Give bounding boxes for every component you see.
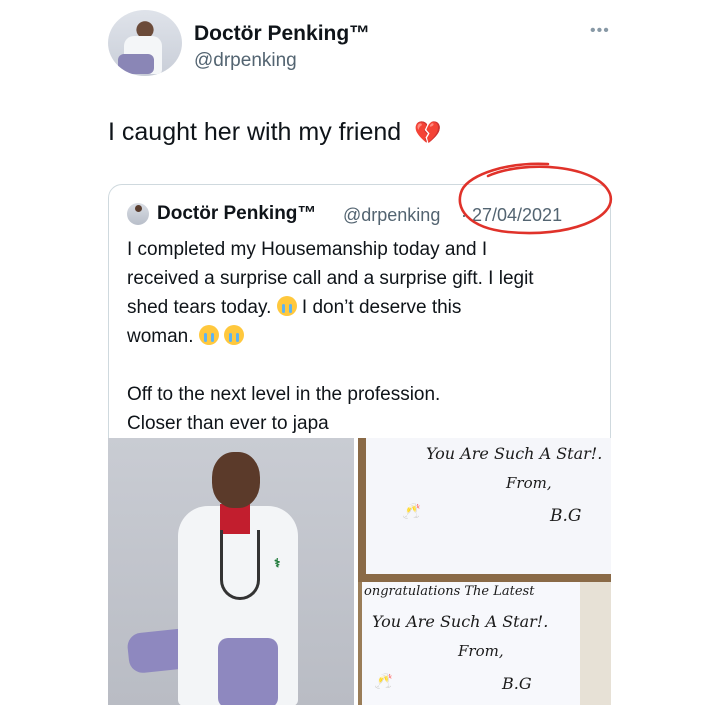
quoted-line-part: woman.	[127, 326, 194, 347]
quoted-line: received a surprise call and a surprise …	[127, 268, 534, 289]
champagne-icon: 🥂	[402, 503, 421, 520]
more-icon[interactable]: •••	[590, 22, 610, 40]
quoted-line-part: I don’t deserve this	[301, 297, 462, 318]
gift-card-photo-bottom[interactable]: ongratulations The Latest You Are Such A…	[358, 582, 611, 705]
quoted-avatar	[127, 203, 149, 225]
card-text: From,	[458, 642, 504, 660]
caduceus-icon: ⚕	[274, 556, 281, 570]
avatar[interactable]	[108, 10, 182, 76]
card-text: ongratulations The Latest	[364, 584, 535, 599]
quoted-line: I completed my Housemanship today and I	[127, 239, 488, 260]
quoted-author-name: Doctör Penking™	[157, 203, 317, 224]
quoted-date: · 27/04/2021	[461, 205, 563, 225]
card-text: B.G	[502, 674, 532, 693]
quoted-author-handle: @drpenking	[343, 205, 441, 225]
card-text: B.G	[550, 506, 582, 526]
quoted-body: I completed my Housemanship today and I …	[127, 235, 597, 438]
author-name[interactable]: Doctör Penking™	[194, 22, 370, 46]
crying-face-icon	[276, 296, 297, 316]
doctor-photo[interactable]: ⚕	[108, 438, 354, 705]
quoted-line-part: shed tears today.	[127, 297, 272, 318]
crying-face-icon	[224, 325, 245, 345]
quoted-line: shed tears today. I don’t deserve this	[127, 293, 597, 322]
card-text: You Are Such A Star!.	[372, 612, 549, 631]
quoted-line: Off to the next level in the profession.	[127, 384, 441, 405]
author-handle[interactable]: @drpenking	[194, 50, 297, 72]
quoted-line: woman.	[127, 322, 597, 351]
champagne-icon: 🥂	[374, 673, 393, 690]
card-text: From,	[506, 474, 552, 492]
tweet-text-content: I caught her with my friend	[108, 118, 402, 146]
broken-heart-icon: 💔	[414, 120, 442, 145]
quoted-line: Closer than ever to japa	[127, 413, 329, 434]
card-text: You Are Such A Star!.	[426, 444, 603, 463]
crying-face-icon	[198, 325, 219, 345]
gift-card-photo-top[interactable]: You Are Such A Star!. From, B.G 🥂	[358, 438, 611, 582]
tweet-text: I caught her with my friend 💔	[108, 118, 442, 147]
tweet-header: Doctör Penking™ @drpenking •••	[108, 10, 618, 76]
